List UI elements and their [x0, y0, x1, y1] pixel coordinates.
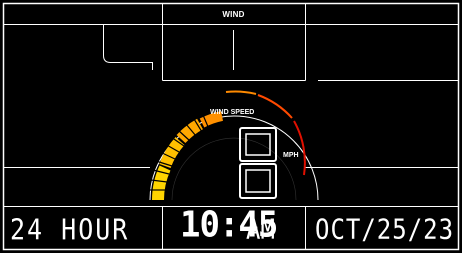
wind-speed-unit: MPH: [283, 152, 299, 159]
weather-display-screen: WIND WIND SPEED MPH 24 HOUR 10:45 AM OCT…: [0, 0, 462, 253]
clock-ampm: AM: [246, 213, 275, 246]
wind-speed-digit: [239, 127, 277, 199]
hour-mode-label[interactable]: 24 HOUR: [10, 213, 129, 246]
date-display: OCT/25/23: [315, 213, 455, 246]
wind-speed-label: WIND SPEED: [210, 109, 255, 116]
wind-title: WIND: [222, 10, 245, 19]
